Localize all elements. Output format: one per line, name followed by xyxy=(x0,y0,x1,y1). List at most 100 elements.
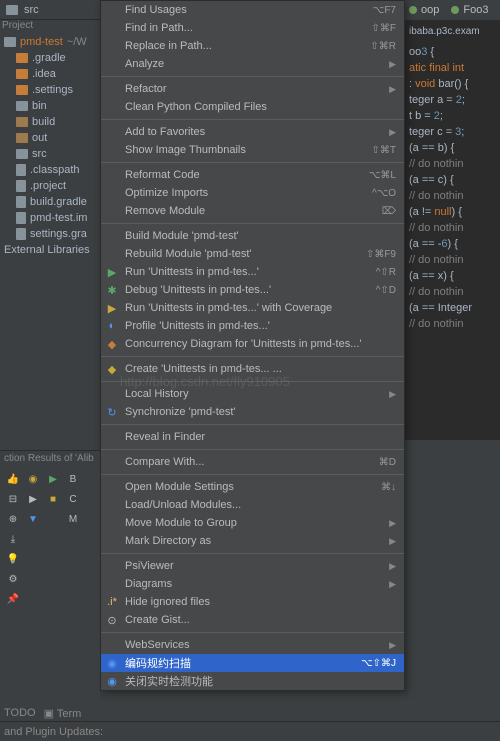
menu-separator xyxy=(101,162,404,163)
menu-item-label: Find in Path... xyxy=(125,22,193,34)
menu-item[interactable]: Move Module to Group▶ xyxy=(101,514,404,532)
menu-item[interactable]: ◉编码规约扫描⌥⇧⌘J xyxy=(101,654,404,672)
gist-icon: ⊙ xyxy=(105,613,119,627)
menu-item-label: Create Gist... xyxy=(125,614,190,626)
code-line: atic final int xyxy=(409,60,496,76)
folder-icon xyxy=(16,85,28,95)
menu-item[interactable]: WebServices▶ xyxy=(101,636,404,654)
menu-item[interactable]: .i*Hide ignored files xyxy=(101,593,404,611)
menu-item[interactable]: ◉关闭实时检测功能 xyxy=(101,672,404,690)
menu-item[interactable]: Load/Unload Modules... xyxy=(101,496,404,514)
menu-item[interactable]: Analyze▶ xyxy=(101,55,404,73)
menu-item[interactable]: Show Image Thumbnails⇧⌘T xyxy=(101,141,404,159)
ali-icon: ◉ xyxy=(105,656,119,670)
tree-item-label: pmd-test.im xyxy=(30,212,87,224)
menu-item[interactable]: Build Module 'pmd-test' xyxy=(101,227,404,245)
submenu-arrow-icon: ▶ xyxy=(389,518,396,529)
tree-item-label: .project xyxy=(30,180,66,192)
menu-item-label: Load/Unload Modules... xyxy=(125,499,241,511)
menu-item[interactable]: ◆Create 'Unittests in pmd-tes... ... xyxy=(101,360,404,378)
bulb-icon[interactable]: 💡 xyxy=(4,550,22,568)
menu-item[interactable]: ↻Synchronize 'pmd-test' xyxy=(101,403,404,421)
todo-tab[interactable]: TODO xyxy=(4,707,36,719)
tree-item[interactable]: .project xyxy=(0,178,100,194)
tree-item[interactable]: settings.gra xyxy=(0,226,100,242)
menu-item[interactable]: Diagrams▶ xyxy=(101,575,404,593)
menu-item[interactable]: Open Module Settings⌘↓ xyxy=(101,478,404,496)
tree-item-label: build xyxy=(32,116,55,128)
circle-icon[interactable]: ◉ xyxy=(24,470,42,488)
menu-item[interactable]: ◆Concurrency Diagram for 'Unittests in p… xyxy=(101,335,404,353)
collapse-icon[interactable]: ⊟ xyxy=(4,490,22,508)
tree-item[interactable]: build xyxy=(0,114,100,130)
menu-item-label: Diagrams xyxy=(125,578,172,590)
menu-item[interactable]: ▶Run 'Unittests in pmd-tes...'^⇧R xyxy=(101,263,404,281)
tree-item[interactable]: bin xyxy=(0,98,100,114)
gear-icon[interactable]: ⚙ xyxy=(4,570,22,588)
code-editor[interactable]: ibaba.p3c.exam oo3 {atic final int: void… xyxy=(405,20,500,440)
menu-item[interactable]: ⊙ Create Gist... xyxy=(101,611,404,629)
menu-item[interactable]: Reveal in Finder xyxy=(101,428,404,446)
menu-item[interactable]: Compare With...⌘D xyxy=(101,453,404,471)
menu-item[interactable]: Mark Directory as▶ xyxy=(101,532,404,550)
menu-item-label: Reformat Code xyxy=(125,169,200,181)
pin-icon[interactable]: 📌 xyxy=(4,590,22,608)
menu-item[interactable]: ✱Debug 'Unittests in pmd-tes...'^⇧D xyxy=(101,281,404,299)
tree-item[interactable]: .classpath xyxy=(0,162,100,178)
menu-item[interactable]: ◐Profile 'Unittests in pmd-tes...' xyxy=(101,317,404,335)
project-panel-label: Project xyxy=(2,20,33,31)
filter-icon[interactable]: ▼ xyxy=(24,510,42,528)
menu-item[interactable]: Add to Favorites▶ xyxy=(101,123,404,141)
folder-icon xyxy=(16,133,28,143)
menu-item-label: Local History xyxy=(125,388,189,400)
breadcrumb-src[interactable]: src xyxy=(24,4,39,16)
menu-item[interactable]: Local History▶ xyxy=(101,385,404,403)
tree-item-label: src xyxy=(32,148,47,160)
play2-icon[interactable]: ▶ xyxy=(24,490,42,508)
menu-item[interactable]: Find Usages⌥F7 xyxy=(101,1,404,19)
tree-item-label: settings.gra xyxy=(30,228,87,240)
menu-item[interactable]: Find in Path...⇧⌘F xyxy=(101,19,404,37)
menu-item[interactable]: Clean Python Compiled Files xyxy=(101,98,404,116)
folder-icon xyxy=(16,69,28,79)
folder-c-icon[interactable]: ■ xyxy=(44,490,62,508)
menu-separator xyxy=(101,76,404,77)
project-root[interactable]: pmd-test ~/W xyxy=(0,34,100,50)
tree-item[interactable]: .settings xyxy=(0,82,100,98)
menu-item[interactable]: ▶Run 'Unittests in pmd-tes...' with Cove… xyxy=(101,299,404,317)
menu-item-label: Analyze xyxy=(125,58,164,70)
menu-item[interactable]: Remove Module⌦ xyxy=(101,202,404,220)
file-icon xyxy=(16,164,26,176)
expand-icon[interactable]: ⊕ xyxy=(4,510,22,528)
menu-item[interactable]: Rebuild Module 'pmd-test'⇧⌘F9 xyxy=(101,245,404,263)
bold-icon[interactable]: B xyxy=(64,470,82,488)
menu-item[interactable]: PsiViewer ▶ xyxy=(101,557,404,575)
tree-item[interactable]: src xyxy=(0,146,100,162)
breadcrumb-foo[interactable]: Foo3 xyxy=(463,4,488,16)
thumbs-up-icon[interactable]: 👍 xyxy=(4,470,22,488)
export-icon[interactable]: ⤓ xyxy=(4,530,22,548)
project-tree[interactable]: pmd-test ~/W .gradle.idea.settingsbin bui… xyxy=(0,34,100,258)
tree-item[interactable]: out xyxy=(0,130,100,146)
breadcrumb-oop[interactable]: oop xyxy=(421,4,439,16)
menu-separator xyxy=(101,632,404,633)
external-libraries[interactable]: External Libraries xyxy=(0,242,100,258)
tree-item[interactable]: build.gradle xyxy=(0,194,100,210)
menu-item-label: Reveal in Finder xyxy=(125,431,205,443)
menu-item-label: PsiViewer xyxy=(125,560,174,572)
menu-shortcut: ⌘D xyxy=(379,457,396,468)
menu-item[interactable]: Replace in Path...⇧⌘R xyxy=(101,37,404,55)
tree-item[interactable]: .gradle xyxy=(0,50,100,66)
play-icon[interactable]: ▶ xyxy=(44,470,62,488)
menu-item[interactable]: Optimize Imports^⌥O xyxy=(101,184,404,202)
menu-separator xyxy=(101,553,404,554)
empty xyxy=(44,510,62,528)
menu-item[interactable]: Reformat Code⌥⌘L xyxy=(101,166,404,184)
tree-item[interactable]: pmd-test.im xyxy=(0,210,100,226)
menu-item[interactable]: Refactor▶ xyxy=(101,80,404,98)
submenu-arrow-icon: ▶ xyxy=(389,561,396,572)
editor-tab[interactable]: ibaba.p3c.exam xyxy=(409,24,496,40)
tree-item[interactable]: .idea xyxy=(0,66,100,82)
menu-item-label: Synchronize 'pmd-test' xyxy=(125,406,236,418)
terminal-tab[interactable]: ▣ Term xyxy=(44,707,82,720)
